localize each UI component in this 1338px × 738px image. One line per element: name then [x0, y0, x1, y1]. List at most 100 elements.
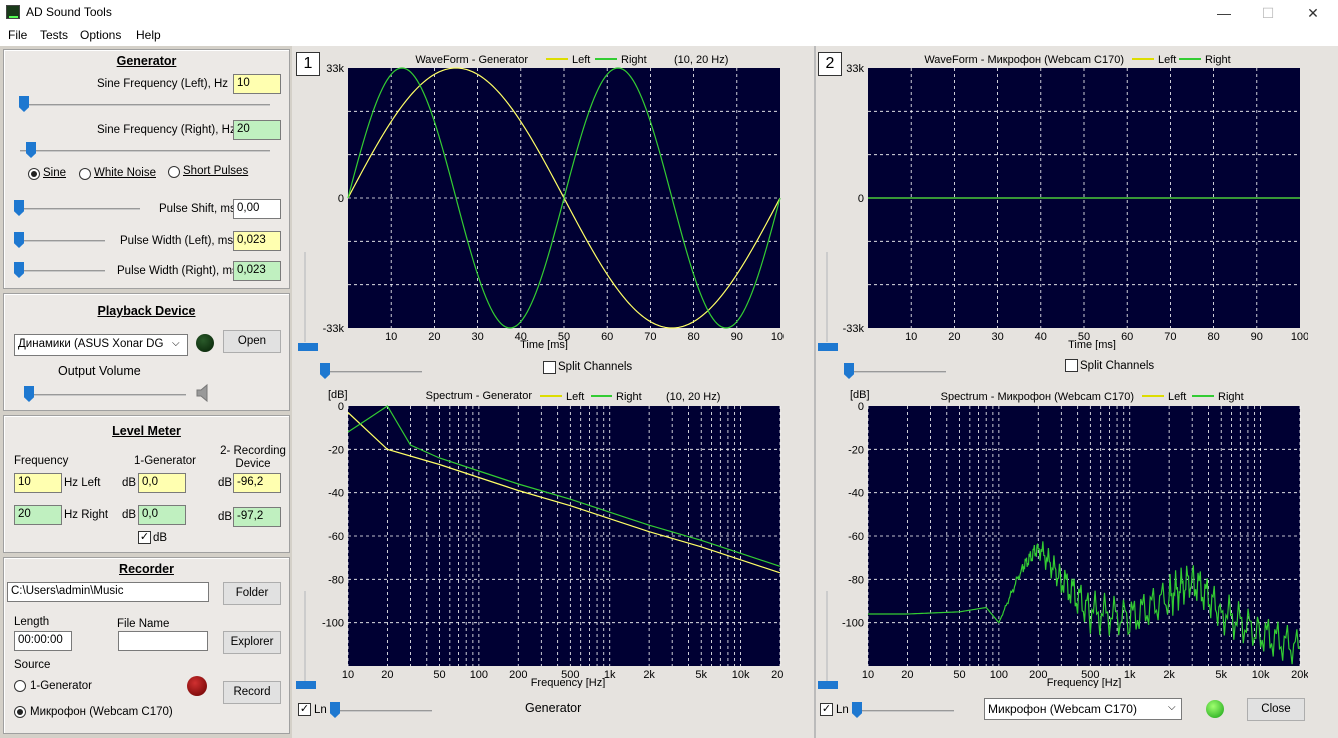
rec-left-db-value: -96,2: [233, 473, 281, 493]
freq-zoom-slider-thumb[interactable]: [852, 702, 862, 718]
output-volume-slider-thumb[interactable]: [24, 386, 34, 402]
pulse-width-right-slider-track[interactable]: [20, 270, 105, 272]
freq-zoom-slider-track[interactable]: [332, 710, 432, 712]
chart-title: WaveForm - Микрофон (Webcam C170): [924, 54, 1124, 66]
time-zoom-slider-thumb[interactable]: [320, 363, 330, 379]
chevron-down-icon[interactable]: ⌵: [172, 338, 180, 349]
menu-help[interactable]: Help: [136, 28, 161, 42]
pulse-width-right-input[interactable]: 0,023: [233, 261, 281, 281]
wave-short-pulses-label[interactable]: Short Pulses: [183, 165, 248, 177]
recording-device-select[interactable]: Микрофон (Webcam C170): [984, 698, 1182, 720]
level-meter-title: Level Meter: [112, 424, 181, 438]
playback-status-led: [196, 334, 214, 352]
spectrum-gain-slider-thumb[interactable]: [818, 681, 838, 689]
record-path-input[interactable]: C:\Users\admin\Music: [7, 582, 209, 602]
output-volume-slider-track[interactable]: [26, 394, 186, 396]
sine-right-slider-thumb[interactable]: [26, 142, 36, 158]
frequency-label: Frequency: [14, 455, 69, 467]
db-checkbox[interactable]: ✓: [138, 531, 151, 544]
x-tick-label: 5k: [695, 669, 707, 681]
freq-zoom-slider-track[interactable]: [854, 710, 954, 712]
chart-title: WaveForm - Generator: [415, 54, 528, 66]
wave-white-noise-radio[interactable]: [79, 168, 91, 180]
sine-left-slider-thumb[interactable]: [19, 96, 29, 112]
x-axis-label: Time [ms]: [520, 339, 568, 350]
recorder-title: Recorder: [119, 562, 174, 576]
wave-sine-label[interactable]: Sine: [43, 167, 66, 179]
sine-right-slider-track[interactable]: [20, 150, 270, 152]
ln-checkbox[interactable]: ✓: [820, 703, 833, 716]
generator-title: Generator: [116, 54, 177, 68]
left-frequency-input[interactable]: 10: [14, 473, 62, 493]
chart-info: (10, 20 Hz): [666, 391, 720, 403]
spectrum-gain-slider-track[interactable]: [826, 591, 828, 681]
open-button[interactable]: Open: [223, 330, 281, 353]
wave-gain-slider-track[interactable]: [304, 252, 306, 342]
pulse-width-left-input[interactable]: 0,023: [233, 231, 281, 251]
sine-left-input[interactable]: 10: [233, 74, 281, 94]
sine-left-label: Sine Frequency (Left), Hz: [97, 78, 229, 90]
x-tick-label: 80: [1207, 331, 1219, 343]
recording-column-label: 2- Recording Device: [220, 445, 286, 470]
y-tick-label: 33k: [846, 63, 864, 75]
left-unit-label: Hz Left: [64, 477, 101, 489]
chevron-down-icon[interactable]: ⌵: [1168, 702, 1176, 713]
time-zoom-slider-track[interactable]: [322, 371, 422, 373]
ln-checkbox[interactable]: ✓: [298, 703, 311, 716]
rec-right-db-label: dB: [218, 511, 233, 523]
source-label: Source: [14, 659, 51, 671]
source-microphone-label[interactable]: Микрофон (Webcam C170): [30, 706, 173, 718]
pulse-width-left-slider-thumb[interactable]: [14, 232, 24, 248]
freq-zoom-slider-thumb[interactable]: [330, 702, 340, 718]
pulse-shift-slider-thumb[interactable]: [14, 200, 24, 216]
x-tick-label: 20k: [771, 669, 784, 681]
close-window-button[interactable]: ✕: [1291, 2, 1335, 24]
split-channels-checkbox[interactable]: [1065, 359, 1078, 372]
menu-file[interactable]: File: [8, 28, 27, 42]
wave-gain-slider-track[interactable]: [826, 252, 828, 342]
file-name-input[interactable]: [118, 631, 208, 651]
legend-left-label: Left: [572, 54, 590, 66]
source-microphone-radio[interactable]: [14, 706, 26, 718]
minimize-button[interactable]: —: [1202, 2, 1246, 24]
y-tick-label: 0: [858, 193, 864, 205]
playback-device-select[interactable]: Динамики (ASUS Xonar DG: [14, 334, 188, 356]
split-channels-checkbox[interactable]: [543, 361, 556, 374]
source-generator-label[interactable]: 1-Generator: [30, 680, 92, 692]
close-button[interactable]: Close: [1247, 698, 1305, 721]
menu-options[interactable]: Options: [80, 28, 121, 42]
pulse-width-right-slider-thumb[interactable]: [14, 262, 24, 278]
x-tick-label: 10k: [1252, 669, 1270, 681]
right-frequency-input[interactable]: 20: [14, 505, 62, 525]
y-tick-label: -80: [848, 574, 864, 586]
wave-short-pulses-radio[interactable]: [168, 166, 180, 178]
left-control-panel: Generator Sine Frequency (Left), Hz 10 S…: [0, 46, 292, 738]
explorer-button[interactable]: Explorer: [223, 631, 281, 654]
rec-right-db-value: -97,2: [233, 507, 281, 527]
legend-left-label: Left: [1168, 391, 1186, 403]
wave-white-noise-label[interactable]: White Noise: [94, 167, 156, 179]
time-zoom-slider-thumb[interactable]: [844, 363, 854, 379]
y-tick-label: -60: [328, 531, 344, 543]
folder-button[interactable]: Folder: [223, 582, 281, 605]
sine-right-input[interactable]: 20: [233, 120, 281, 140]
spectrum-gain-slider-thumb[interactable]: [296, 681, 316, 689]
wave-gain-slider-thumb[interactable]: [298, 343, 318, 351]
length-value: 00:00:00: [14, 631, 72, 651]
speaker-icon[interactable]: [194, 382, 214, 404]
wave-gain-slider-thumb[interactable]: [818, 343, 838, 351]
source-generator-radio[interactable]: [14, 680, 26, 692]
time-zoom-slider-track[interactable]: [846, 371, 946, 373]
x-tick-label: 20: [428, 331, 440, 343]
spectrum-gain-slider-track[interactable]: [304, 591, 306, 681]
pulse-shift-input[interactable]: 0,00: [233, 199, 281, 219]
wave-sine-radio[interactable]: [28, 168, 40, 180]
x-tick-label: 90: [731, 331, 743, 343]
record-button[interactable]: Record: [223, 681, 281, 704]
menu-tests[interactable]: Tests: [40, 28, 68, 42]
sine-left-slider-track[interactable]: [20, 104, 270, 106]
pulse-width-left-slider-track[interactable]: [20, 240, 105, 242]
maximize-button[interactable]: ☐: [1246, 2, 1290, 24]
split-channels-label: Split Channels: [558, 361, 633, 373]
pulse-shift-slider-track[interactable]: [20, 208, 140, 210]
